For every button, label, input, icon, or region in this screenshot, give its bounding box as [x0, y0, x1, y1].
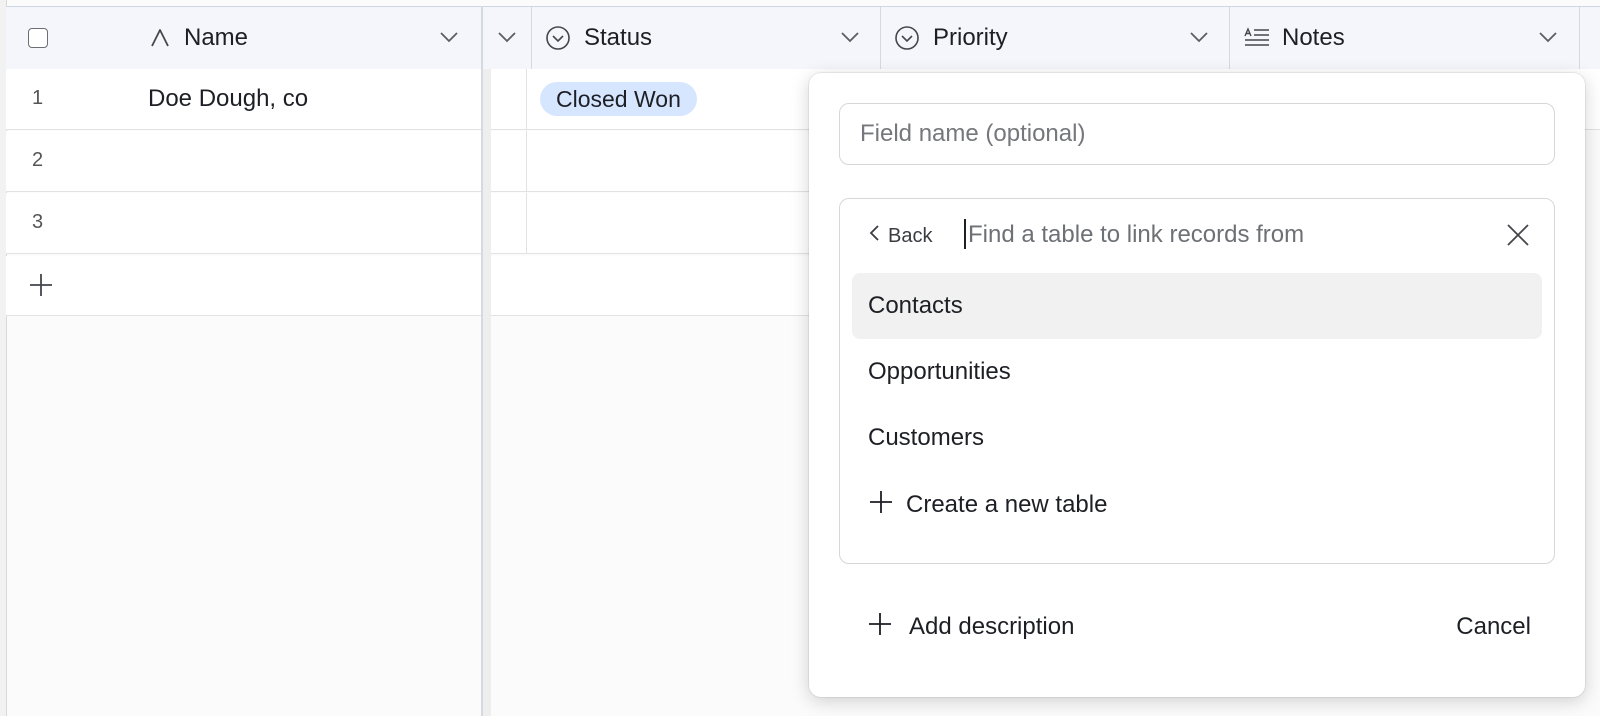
chevron-down-icon[interactable] — [439, 30, 459, 49]
add-description-label: Add description — [909, 613, 1075, 640]
create-new-table-label: Create a new table — [906, 491, 1108, 518]
row-number: 2 — [32, 149, 44, 171]
field-config-popover: Back Contacts Opportunities Customers Cr… — [809, 73, 1585, 697]
header-priority-cell: Priority — [881, 7, 1230, 69]
chevron-down-icon[interactable] — [497, 30, 517, 49]
text-icon — [149, 27, 171, 54]
frozen-column-gutter — [483, 69, 491, 716]
select-all-checkbox[interactable] — [28, 28, 48, 48]
cell-divider — [526, 131, 527, 192]
header-row: Name Status Priority Notes — [6, 7, 1600, 70]
back-button[interactable]: Back — [868, 221, 932, 251]
linked-table-picker: Back Contacts Opportunities Customers Cr… — [839, 198, 1555, 564]
add-record-row-extension — [491, 256, 811, 316]
close-icon[interactable] — [1504, 221, 1532, 249]
single-select-icon — [894, 25, 920, 56]
chevron-left-icon — [868, 223, 882, 249]
column-header-priority[interactable]: Priority — [933, 24, 1008, 52]
cancel-button[interactable]: Cancel — [1456, 607, 1531, 647]
header-hidden-field-cell — [483, 7, 532, 69]
cell-divider — [526, 69, 527, 130]
plus-icon[interactable] — [28, 272, 54, 303]
column-header-name[interactable]: Name — [184, 24, 248, 52]
row-number: 3 — [32, 211, 44, 233]
chevron-down-icon[interactable] — [1189, 30, 1209, 49]
header-status-cell: Status — [532, 7, 881, 69]
back-label: Back — [888, 224, 933, 247]
plus-icon — [868, 489, 894, 522]
header-notes-cell: Notes — [1230, 7, 1580, 69]
table-option-opportunities[interactable]: Opportunities — [852, 339, 1542, 405]
single-select-icon — [545, 25, 571, 56]
plus-icon — [867, 611, 893, 644]
long-text-icon — [1244, 27, 1270, 54]
create-new-table-button[interactable]: Create a new table — [868, 485, 1107, 525]
text-cursor — [964, 219, 966, 249]
header-primary-cell: Name — [6, 7, 483, 69]
add-record-row[interactable] — [6, 256, 483, 316]
cell-divider — [526, 193, 527, 254]
add-description-button[interactable]: Add description — [867, 607, 1074, 647]
record-name-cell[interactable]: Doe Dough, co — [148, 85, 308, 113]
chevron-down-icon[interactable] — [840, 30, 860, 49]
column-header-notes[interactable]: Notes — [1282, 24, 1345, 52]
field-name-input[interactable] — [839, 103, 1555, 165]
table-search-input[interactable] — [968, 215, 1488, 255]
table-row[interactable]: 2 — [6, 131, 811, 192]
status-badge[interactable]: Closed Won — [540, 82, 697, 116]
table-option-contacts[interactable]: Contacts — [852, 273, 1542, 339]
chevron-down-icon[interactable] — [1538, 30, 1558, 49]
column-header-status[interactable]: Status — [584, 24, 652, 52]
row-number: 1 — [32, 87, 44, 109]
table-option-customers[interactable]: Customers — [852, 405, 1542, 471]
table-row[interactable]: 3 — [6, 193, 811, 254]
